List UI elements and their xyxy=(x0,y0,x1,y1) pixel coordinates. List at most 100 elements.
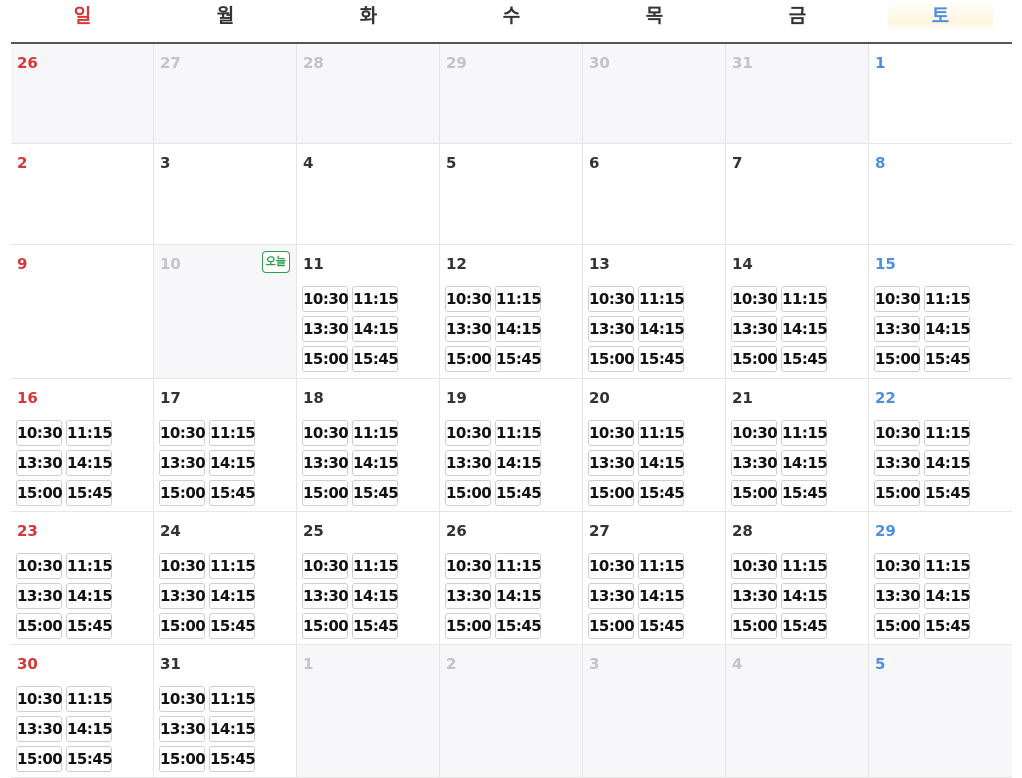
calendar-day-cell[interactable]: 15 10:30 11:15 13:30 14:15 15:00 15:45 xyxy=(869,245,1012,378)
time-slot-button[interactable]: 13:30 xyxy=(16,583,63,609)
calendar-day-cell[interactable]: 18 10:30 11:15 13:30 14:15 15:00 15:45 xyxy=(297,379,440,511)
time-slot-button[interactable]: 15:00 xyxy=(731,346,778,372)
time-slot-button[interactable]: 10:30 xyxy=(302,420,349,446)
time-slot-button[interactable]: 14:15 xyxy=(924,316,971,342)
time-slot-button[interactable]: 11:15 xyxy=(66,686,113,712)
time-slot-button[interactable]: 15:00 xyxy=(16,480,63,506)
calendar-day-cell[interactable]: 28 10:30 11:15 13:30 14:15 15:00 15:45 xyxy=(726,512,869,644)
time-slot-button[interactable]: 11:15 xyxy=(924,286,971,312)
time-slot-button[interactable]: 15:00 xyxy=(731,613,778,639)
time-slot-button[interactable]: 10:30 xyxy=(159,553,206,579)
time-slot-button[interactable]: 13:30 xyxy=(445,450,492,476)
time-slot-button[interactable]: 15:00 xyxy=(302,346,349,372)
calendar-day-cell[interactable]: 26 10:30 11:15 13:30 14:15 15:00 15:45 xyxy=(440,512,583,644)
time-slot-button[interactable]: 11:15 xyxy=(352,420,399,446)
time-slot-button[interactable]: 14:15 xyxy=(924,583,971,609)
time-slot-button[interactable]: 10:30 xyxy=(302,553,349,579)
time-slot-button[interactable]: 15:45 xyxy=(638,480,685,506)
time-slot-button[interactable]: 15:00 xyxy=(159,480,206,506)
time-slot-button[interactable]: 11:15 xyxy=(781,553,828,579)
time-slot-button[interactable]: 15:45 xyxy=(209,613,256,639)
calendar-day-cell[interactable]: 29 10:30 11:15 13:30 14:15 15:00 15:45 xyxy=(869,512,1012,644)
calendar-day-cell[interactable]: 16 10:30 11:15 13:30 14:15 15:00 15:45 xyxy=(11,379,154,511)
time-slot-button[interactable]: 15:45 xyxy=(352,480,399,506)
calendar-day-cell[interactable]: 27 10:30 11:15 13:30 14:15 15:00 15:45 xyxy=(583,512,726,644)
time-slot-button[interactable]: 15:00 xyxy=(874,346,921,372)
time-slot-button[interactable]: 14:15 xyxy=(495,583,542,609)
time-slot-button[interactable]: 15:00 xyxy=(302,480,349,506)
calendar-day-cell[interactable]: 24 10:30 11:15 13:30 14:15 15:00 15:45 xyxy=(154,512,297,644)
time-slot-button[interactable]: 13:30 xyxy=(302,316,349,342)
time-slot-button[interactable]: 11:15 xyxy=(209,686,256,712)
time-slot-button[interactable]: 14:15 xyxy=(638,450,685,476)
time-slot-button[interactable]: 10:30 xyxy=(159,420,206,446)
time-slot-button[interactable]: 15:00 xyxy=(874,613,921,639)
time-slot-button[interactable]: 14:15 xyxy=(781,450,828,476)
calendar-day-cell[interactable]: 19 10:30 11:15 13:30 14:15 15:00 15:45 xyxy=(440,379,583,511)
time-slot-button[interactable]: 14:15 xyxy=(781,316,828,342)
calendar-day-cell[interactable]: 20 10:30 11:15 13:30 14:15 15:00 15:45 xyxy=(583,379,726,511)
calendar-day-cell[interactable]: 11 10:30 11:15 13:30 14:15 15:00 15:45 xyxy=(297,245,440,378)
time-slot-button[interactable]: 15:45 xyxy=(924,480,971,506)
time-slot-button[interactable]: 11:15 xyxy=(209,553,256,579)
time-slot-button[interactable]: 15:45 xyxy=(781,480,828,506)
calendar-day-cell[interactable]: 23 10:30 11:15 13:30 14:15 15:00 15:45 xyxy=(11,512,154,644)
time-slot-button[interactable]: 14:15 xyxy=(66,583,113,609)
time-slot-button[interactable]: 11:15 xyxy=(924,420,971,446)
time-slot-button[interactable]: 11:15 xyxy=(495,420,542,446)
time-slot-button[interactable]: 15:00 xyxy=(731,480,778,506)
time-slot-button[interactable]: 13:30 xyxy=(874,583,921,609)
time-slot-button[interactable]: 14:15 xyxy=(638,316,685,342)
time-slot-button[interactable]: 14:15 xyxy=(352,316,399,342)
time-slot-button[interactable]: 15:45 xyxy=(781,613,828,639)
time-slot-button[interactable]: 14:15 xyxy=(495,316,542,342)
time-slot-button[interactable]: 13:30 xyxy=(445,583,492,609)
time-slot-button[interactable]: 15:45 xyxy=(352,613,399,639)
time-slot-button[interactable]: 14:15 xyxy=(209,583,256,609)
time-slot-button[interactable]: 14:15 xyxy=(638,583,685,609)
time-slot-button[interactable]: 15:45 xyxy=(924,613,971,639)
calendar-day-cell[interactable]: 30 10:30 11:15 13:30 14:15 15:00 15:45 xyxy=(11,645,154,777)
calendar-day-cell[interactable]: 31 10:30 11:15 13:30 14:15 15:00 15:45 xyxy=(154,645,297,777)
time-slot-button[interactable]: 15:45 xyxy=(495,346,542,372)
time-slot-button[interactable]: 15:45 xyxy=(209,746,256,772)
time-slot-button[interactable]: 14:15 xyxy=(924,450,971,476)
time-slot-button[interactable]: 14:15 xyxy=(66,716,113,742)
time-slot-button[interactable]: 14:15 xyxy=(209,716,256,742)
time-slot-button[interactable]: 10:30 xyxy=(731,420,778,446)
time-slot-button[interactable]: 13:30 xyxy=(731,316,778,342)
time-slot-button[interactable]: 13:30 xyxy=(302,583,349,609)
time-slot-button[interactable]: 15:00 xyxy=(445,613,492,639)
time-slot-button[interactable]: 15:00 xyxy=(159,613,206,639)
time-slot-button[interactable]: 13:30 xyxy=(874,450,921,476)
time-slot-button[interactable]: 10:30 xyxy=(588,553,635,579)
time-slot-button[interactable]: 15:45 xyxy=(209,480,256,506)
time-slot-button[interactable]: 10:30 xyxy=(16,420,63,446)
time-slot-button[interactable]: 14:15 xyxy=(66,450,113,476)
time-slot-button[interactable]: 15:00 xyxy=(16,746,63,772)
time-slot-button[interactable]: 11:15 xyxy=(352,553,399,579)
time-slot-button[interactable]: 10:30 xyxy=(731,286,778,312)
time-slot-button[interactable]: 15:45 xyxy=(66,613,113,639)
time-slot-button[interactable]: 15:00 xyxy=(588,613,635,639)
time-slot-button[interactable]: 11:15 xyxy=(66,420,113,446)
time-slot-button[interactable]: 11:15 xyxy=(638,553,685,579)
time-slot-button[interactable]: 10:30 xyxy=(874,420,921,446)
time-slot-button[interactable]: 15:00 xyxy=(445,480,492,506)
time-slot-button[interactable]: 14:15 xyxy=(352,583,399,609)
time-slot-button[interactable]: 10:30 xyxy=(16,553,63,579)
time-slot-button[interactable]: 13:30 xyxy=(159,583,206,609)
time-slot-button[interactable]: 14:15 xyxy=(495,450,542,476)
time-slot-button[interactable]: 11:15 xyxy=(781,286,828,312)
time-slot-button[interactable]: 11:15 xyxy=(638,420,685,446)
time-slot-button[interactable]: 15:45 xyxy=(638,346,685,372)
time-slot-button[interactable]: 10:30 xyxy=(588,420,635,446)
time-slot-button[interactable]: 10:30 xyxy=(731,553,778,579)
time-slot-button[interactable]: 15:00 xyxy=(159,746,206,772)
time-slot-button[interactable]: 13:30 xyxy=(588,583,635,609)
time-slot-button[interactable]: 14:15 xyxy=(781,583,828,609)
time-slot-button[interactable]: 15:45 xyxy=(352,346,399,372)
time-slot-button[interactable]: 15:45 xyxy=(495,613,542,639)
time-slot-button[interactable]: 15:45 xyxy=(66,746,113,772)
time-slot-button[interactable]: 11:15 xyxy=(66,553,113,579)
